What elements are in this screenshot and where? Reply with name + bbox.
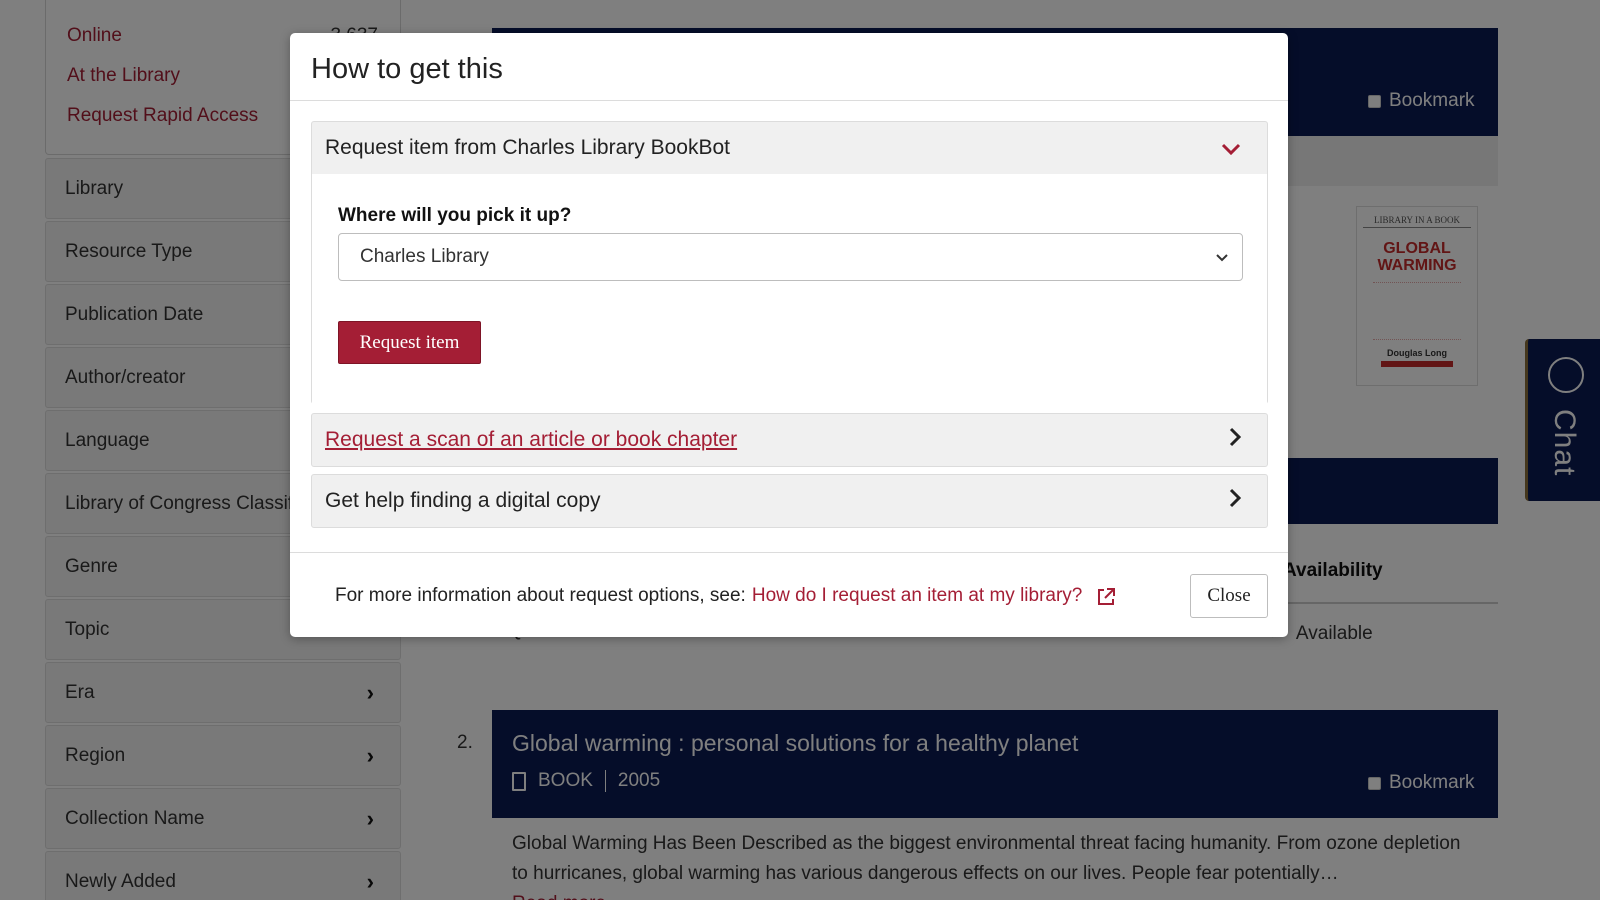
scan-accordion-header[interactable]: Request a scan of an article or book cha… bbox=[312, 414, 1267, 466]
bookbot-accordion-header[interactable]: Request item from Charles Library BookBo… bbox=[312, 122, 1267, 174]
bookbot-header-label: Request item from Charles Library BookBo… bbox=[325, 136, 730, 159]
pickup-location-select[interactable]: Charles Library bbox=[338, 233, 1243, 281]
chevron-right-icon bbox=[1229, 427, 1242, 453]
digital-copy-accordion-header[interactable]: Get help finding a digital copy bbox=[312, 475, 1267, 527]
scan-request-link[interactable]: Request a scan of an article or book cha… bbox=[325, 428, 737, 452]
divider bbox=[290, 552, 1288, 553]
bookbot-accordion-body: Where will you pick it up? Charles Libra… bbox=[312, 174, 1267, 404]
digital-copy-label: Get help finding a digital copy bbox=[325, 489, 601, 512]
chevron-down-icon bbox=[1221, 135, 1241, 161]
chevron-right-icon bbox=[1229, 488, 1242, 514]
chevron-down-icon bbox=[1216, 249, 1228, 265]
footer-text: For more information about request optio… bbox=[335, 585, 746, 606]
external-link-icon bbox=[1096, 587, 1116, 605]
how-to-get-this-modal: How to get this Request item from Charle… bbox=[290, 33, 1288, 637]
request-item-button[interactable]: Request item bbox=[338, 321, 481, 364]
digital-copy-accordion: Get help finding a digital copy bbox=[311, 474, 1268, 528]
bookbot-accordion: Request item from Charles Library BookBo… bbox=[311, 121, 1268, 404]
divider bbox=[290, 100, 1288, 101]
modal-title: How to get this bbox=[311, 53, 503, 85]
pickup-selected-value: Charles Library bbox=[360, 246, 489, 267]
pickup-label: Where will you pick it up? bbox=[338, 205, 572, 226]
modal-footer-info: For more information about request optio… bbox=[335, 585, 1116, 607]
scan-accordion: Request a scan of an article or book cha… bbox=[311, 413, 1268, 467]
close-button[interactable]: Close bbox=[1190, 574, 1268, 618]
request-help-link[interactable]: How do I request an item at my library? bbox=[752, 585, 1083, 607]
